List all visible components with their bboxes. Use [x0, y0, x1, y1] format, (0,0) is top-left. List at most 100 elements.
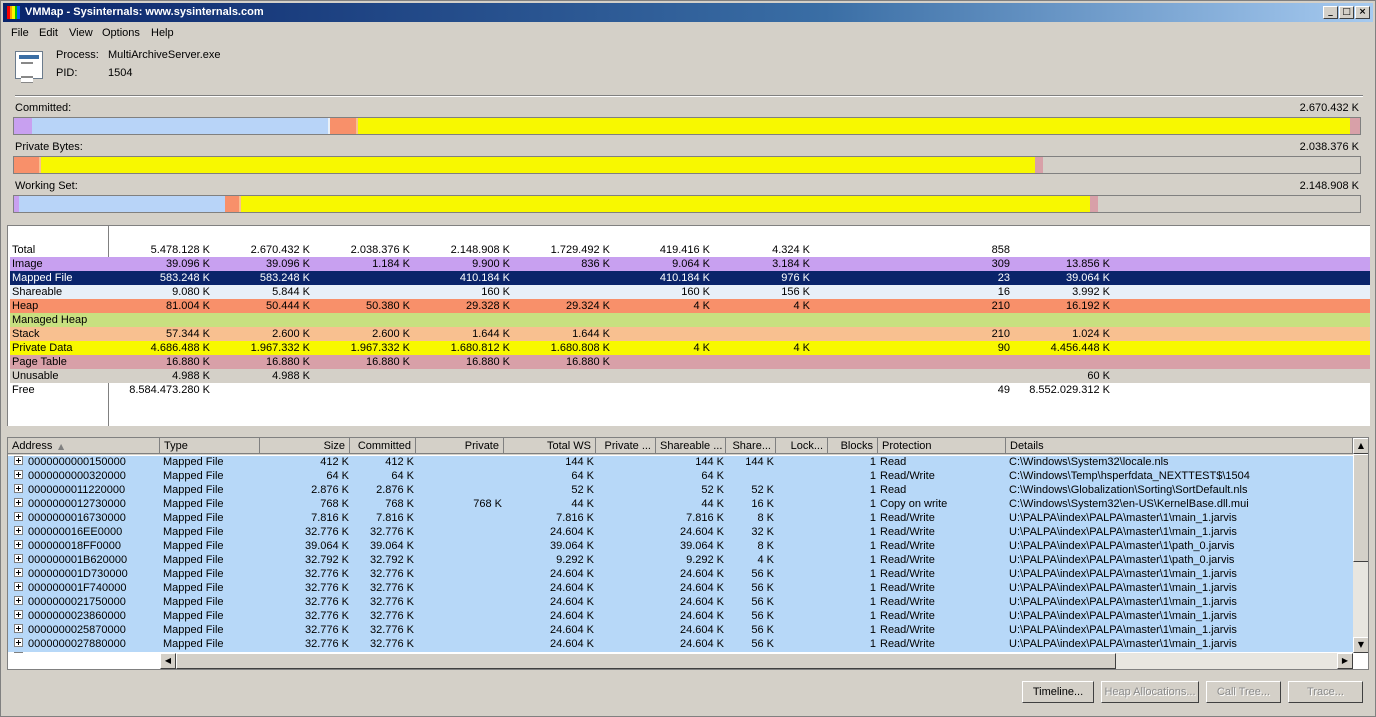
table-row[interactable]: 000000018FF0000 Mapped File 39.064 K 39.064… [8, 540, 1353, 554]
summary-row-name: Page Table [12, 356, 67, 368]
summary-row[interactable]: Private Data 4.686.488 K 1.967.332 K 1.967.… [10, 341, 1370, 355]
plus-icon[interactable] [14, 512, 23, 521]
plus-icon[interactable] [14, 526, 23, 535]
table-row[interactable]: 000000001F740000 Mapped File 32.776 K 32.77… [8, 582, 1353, 596]
table-row[interactable]: 000000001B620000 Mapped File 32.792 K 32.79… [8, 554, 1353, 568]
column-header[interactable]: Lock... [776, 438, 828, 454]
heap-allocations-button[interactable]: Heap Allocations... [1101, 681, 1199, 703]
scroll-down-icon[interactable]: ▼ [1353, 637, 1368, 653]
vertical-scrollbar[interactable]: ▲ ▼ [1353, 438, 1368, 653]
table-cell: U:\PALPA\index\PALPA\master\1\main_1.jar… [1009, 512, 1237, 524]
menu-view[interactable]: View [69, 27, 93, 39]
close-icon[interactable]: × [1355, 6, 1370, 19]
plus-icon[interactable] [14, 610, 23, 619]
table-row[interactable]: 0000000016730000 Mapped File 7.816 K 7.816 … [8, 512, 1353, 526]
summary-cell: 1.644 K [472, 328, 510, 340]
table-row[interactable]: 0000000027880000 Mapped File 32.776 K 32.77… [8, 638, 1353, 652]
column-header[interactable]: Private ... [596, 438, 656, 454]
plus-icon[interactable] [14, 498, 23, 507]
summary-row[interactable]: Unusable 4.988 K 4.988 K 60 K [10, 369, 1370, 383]
summary-row[interactable]: Free 8.584.473.280 K 49 8.552.029.312 K [10, 383, 1370, 397]
table-cell: Read/Write [880, 638, 935, 650]
table-cell: 32.776 K [369, 638, 414, 650]
vertical-thumb[interactable] [1353, 454, 1368, 562]
table-cell: 2.876 K [376, 484, 414, 496]
menu-file[interactable]: File [11, 27, 29, 39]
summary-row[interactable]: Shareable 9.080 K 5.844 K 160 K 160 K 156 K 16… [10, 285, 1370, 299]
table-row[interactable]: 000000016EE0000 Mapped File 32.776 K 32.776… [8, 526, 1353, 540]
plus-icon[interactable] [14, 624, 23, 633]
column-header[interactable]: Private [416, 438, 504, 454]
table-cell: 24.604 K [679, 624, 724, 636]
plus-icon[interactable] [14, 582, 23, 591]
column-header[interactable]: Total WS [504, 438, 596, 454]
column-header[interactable]: Share... [726, 438, 776, 454]
summary-row-name: Private Data [12, 342, 73, 354]
summary-row[interactable]: Image 39.096 K 39.096 K 1.184 K 9.900 K 836 K… [10, 257, 1370, 271]
column-header[interactable]: Protection [878, 438, 1006, 454]
menu-edit[interactable]: Edit [39, 27, 58, 39]
plus-icon[interactable] [14, 470, 23, 479]
table-row[interactable]: 0000000021750000 Mapped File 32.776 K 32.77… [8, 596, 1353, 610]
table-cell: U:\PALPA\index\PALPA\master\1\main_1.jar… [1009, 610, 1237, 622]
table-cell: 1 [869, 638, 876, 650]
column-header[interactable]: Size [260, 438, 350, 454]
table-row[interactable]: 0000000000150000 Mapped File 412 K 412 K 144… [8, 456, 1353, 470]
column-header[interactable]: Shareable ... [656, 438, 726, 454]
plus-icon[interactable] [14, 456, 23, 465]
table-row[interactable]: 0000000011220000 Mapped File 2.876 K 2.876 … [8, 484, 1353, 498]
menu-options[interactable]: Options [102, 27, 140, 39]
summary-cell: 8.584.473.280 K [129, 384, 210, 396]
summary-row[interactable]: Total 5.478.128 K 2.670.432 K 2.038.376 K 2.… [10, 243, 1370, 257]
horizontal-thumb[interactable] [176, 653, 1116, 669]
table-row[interactable]: 0000000012730000 Mapped File 768 K 768 K 768… [8, 498, 1353, 512]
table-row[interactable]: 0000000023860000 Mapped File 32.776 K 32.77… [8, 610, 1353, 624]
column-header[interactable]: Committed [350, 438, 416, 454]
summary-cell: 23 [997, 272, 1010, 284]
table-cell: 64 K [326, 470, 349, 482]
table-row[interactable]: 0000000025870000 Mapped File 32.776 K 32.77… [8, 624, 1353, 638]
table-cell: 000000016EE0000 [28, 526, 160, 538]
table-cell: 412 K [385, 456, 414, 468]
pid-label: PID: [56, 67, 78, 79]
summary-row[interactable]: Heap 81.004 K 50.444 K 50.380 K 29.328 K 29.3… [10, 299, 1370, 313]
summary-row[interactable]: Mapped File 583.248 K 583.248 K 410.184 K 41… [10, 271, 1370, 285]
call-tree-button[interactable]: Call Tree... [1206, 681, 1281, 703]
summary-row[interactable]: Stack 57.344 K 2.600 K 2.600 K 1.644 K 1.644 … [10, 327, 1370, 341]
column-header[interactable]: Blocks [828, 438, 878, 454]
summary-cell: 8.552.029.312 K [1029, 384, 1110, 396]
table-cell: 2.876 K [311, 484, 349, 496]
table-cell: 0000000023860000 [28, 610, 160, 622]
column-header[interactable]: Address [8, 438, 160, 454]
table-row[interactable]: 000000001D730000 Mapped File 32.776 K 32.77… [8, 568, 1353, 582]
maximize-icon[interactable]: □ [1339, 6, 1354, 19]
column-header[interactable]: Type [160, 438, 260, 454]
table-cell: 000000001F740000 [28, 582, 160, 594]
table-cell: 0000000021750000 [28, 596, 160, 608]
plus-icon[interactable] [14, 554, 23, 563]
trace-button[interactable]: Trace... [1288, 681, 1363, 703]
column-header[interactable]: Details [1006, 438, 1353, 454]
menu-help[interactable]: Help [151, 27, 174, 39]
table-row[interactable]: 0000000000320000 Mapped File 64 K 64 K 64 K 6… [8, 470, 1353, 484]
summary-cell: 16.880 K [165, 356, 210, 368]
detail-header: Address Type Size Committed Private Total WS P… [8, 438, 1353, 455]
timeline-button[interactable]: Timeline... [1022, 681, 1094, 703]
minimize-icon[interactable]: _ [1323, 6, 1338, 19]
table-cell: 7.816 K [311, 512, 349, 524]
plus-icon[interactable] [14, 596, 23, 605]
table-cell: Mapped File [163, 638, 224, 650]
plus-icon[interactable] [14, 638, 23, 647]
plus-icon[interactable] [14, 484, 23, 493]
table-cell: 32.776 K [304, 596, 349, 608]
horizontal-scrollbar[interactable]: ◀ ▶ [160, 653, 1353, 669]
summary-cell: 4.988 K [272, 370, 310, 382]
summary-row[interactable]: Managed Heap [10, 313, 1370, 327]
scroll-left-icon[interactable]: ◀ [160, 653, 176, 669]
plus-icon[interactable] [14, 540, 23, 549]
scroll-up-icon[interactable]: ▲ [1353, 438, 1368, 454]
scroll-right-icon[interactable]: ▶ [1337, 653, 1353, 669]
plus-icon[interactable] [14, 568, 23, 577]
detail-table: Address Type Size Committed Private Total WS P… [7, 437, 1369, 670]
summary-row[interactable]: Page Table 16.880 K 16.880 K 16.880 K 16.880… [10, 355, 1370, 369]
